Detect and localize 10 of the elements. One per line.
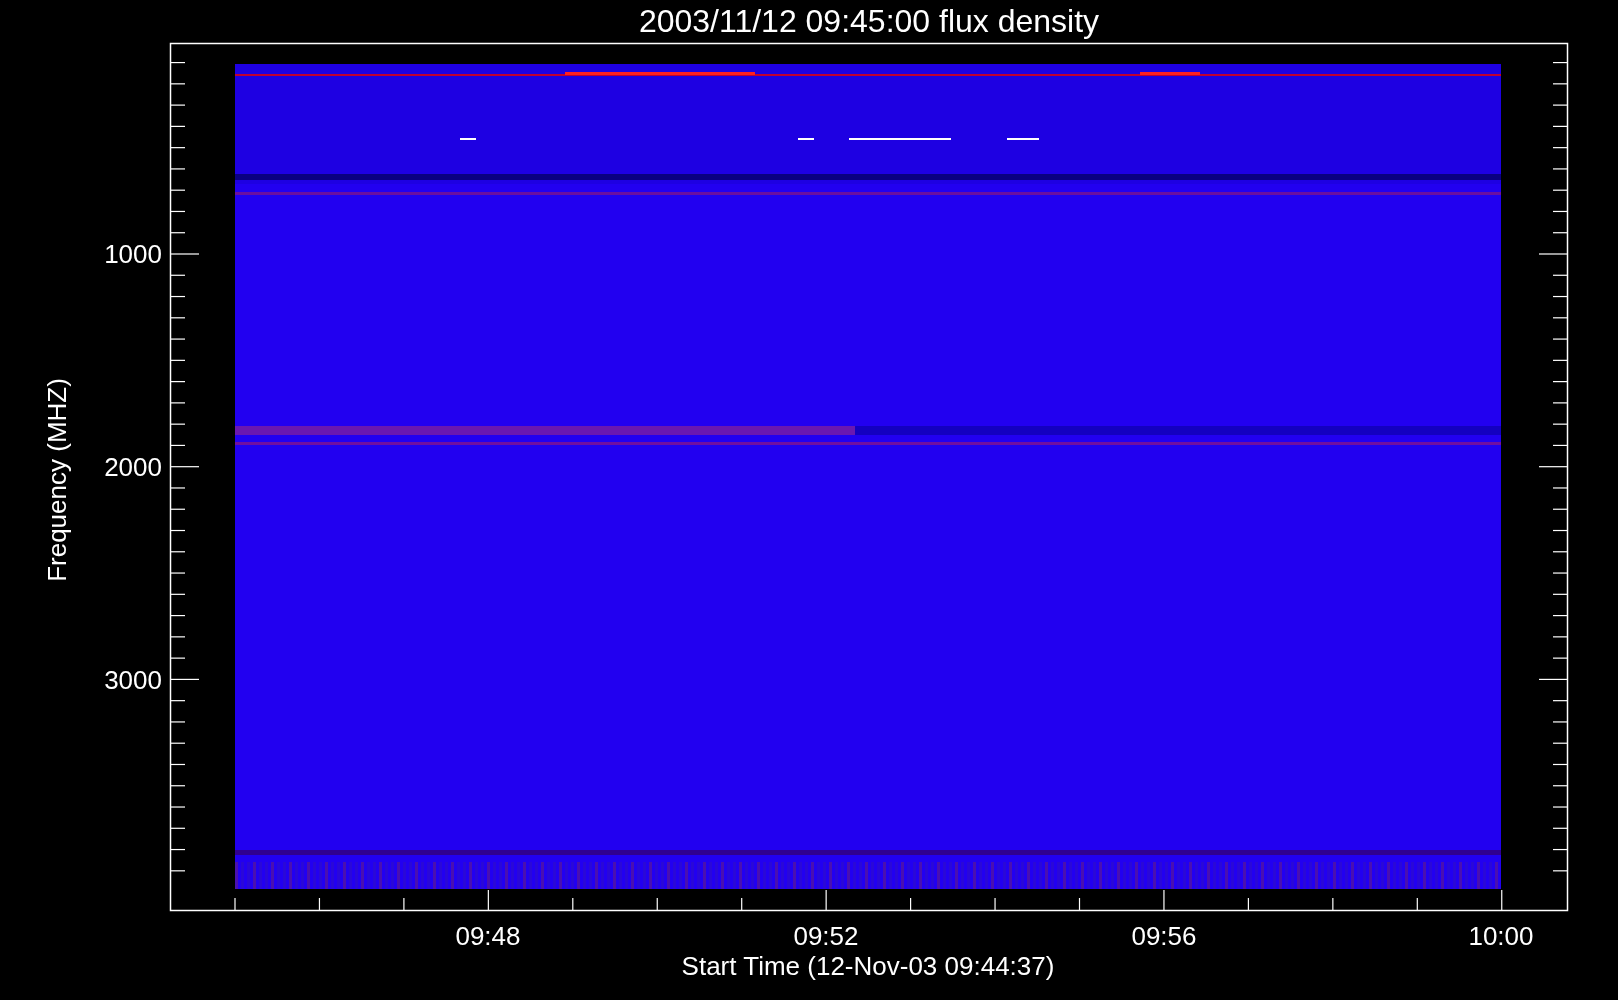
x-tick-label: 09:56: [1131, 921, 1197, 951]
x-axis-title: Start Time (12-Nov-03 09:44:37): [681, 951, 1055, 981]
x-tick-label: 10:00: [1468, 921, 1534, 951]
y-tick-label: 3000: [104, 665, 162, 695]
x-tick-label: 09:52: [793, 921, 859, 951]
chart-title: 2003/11/12 09:45:00 flux density: [638, 3, 1100, 39]
y-tick-label: 2000: [104, 452, 162, 482]
x-tick-label: 09:48: [455, 921, 521, 951]
y-tick-label: 1000: [104, 239, 162, 269]
y-axis-title: Frequency (MHZ): [42, 378, 72, 582]
